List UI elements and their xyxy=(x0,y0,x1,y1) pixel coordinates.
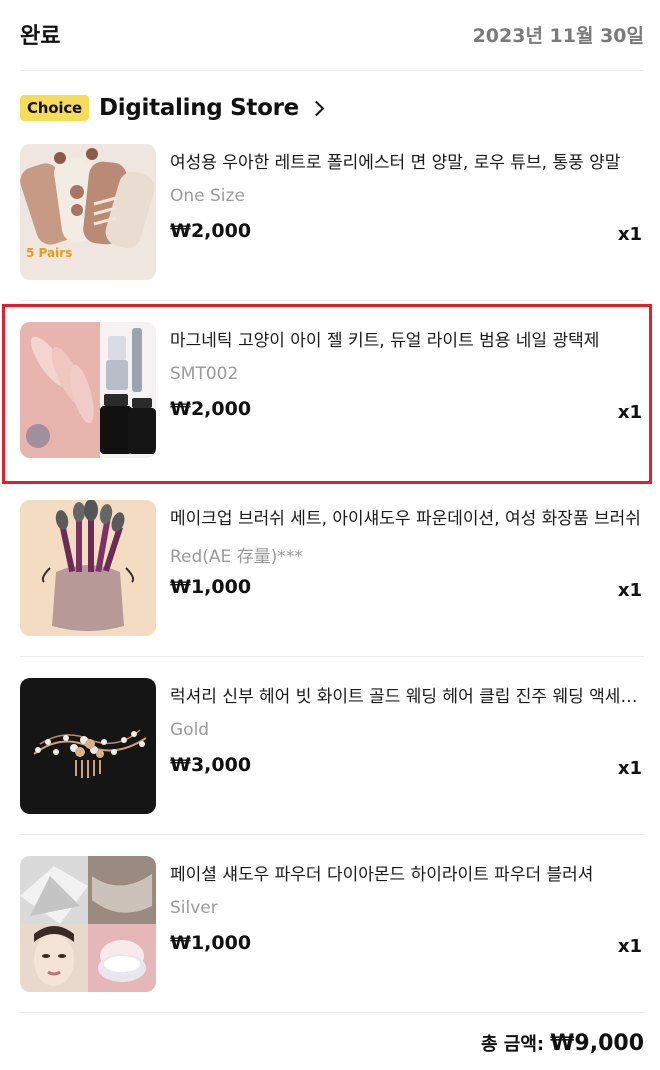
item-quantity: x1 xyxy=(617,936,642,957)
header-divider xyxy=(20,70,644,71)
item-title[interactable]: 메이크업 브러쉬 세트, 아이섀도우 파운데이션, 여성 화장품 브러쉬 xyxy=(170,504,642,529)
total-value: ₩9,000 xyxy=(550,1031,644,1056)
item-quantity: x1 xyxy=(617,224,642,245)
item-price: ₩3,000 xyxy=(170,754,252,776)
item-title[interactable]: 페이셜 섀도우 파우더 다이아몬드 하이라이트 파우더 블러셔 xyxy=(170,860,642,885)
item-variant: Gold xyxy=(170,720,210,740)
thumb-label: 5 Pairs xyxy=(26,246,73,260)
item-quantity: x1 xyxy=(617,580,642,601)
store-link[interactable]: Choice Digitaling Store xyxy=(20,88,325,128)
store-name[interactable]: Digitaling Store xyxy=(99,95,299,121)
highlighter-thumbnail[interactable] xyxy=(20,856,156,992)
list-item[interactable]: 럭셔리 신부 헤어 빗 화이트 골드 웨딩 헤어 클립 진주 웨딩 액세서리 G… xyxy=(20,678,644,816)
item-quantity: x1 xyxy=(617,758,642,779)
item-variant: Silver xyxy=(170,898,218,918)
item-variant: Red(AE 存量)*** xyxy=(170,547,303,567)
order-status: 완료 xyxy=(20,24,61,49)
list-item[interactable]: 메이크업 브러쉬 세트, 아이섀도우 파운데이션, 여성 화장품 브러쉬 Red… xyxy=(20,500,644,638)
item-divider xyxy=(20,656,644,657)
hair-comb-thumbnail[interactable] xyxy=(20,678,156,814)
order-total: 총 금액: ₩9,000 xyxy=(481,1030,644,1056)
list-item[interactable]: 5 Pairs 여성용 우아한 레트로 폴리에스터 면 양말, 로우 튜브, 통… xyxy=(20,144,644,282)
item-price: ₩2,000 xyxy=(170,220,252,242)
item-divider xyxy=(20,300,644,301)
item-title[interactable]: 럭셔리 신부 헤어 빗 화이트 골드 웨딩 헤어 클립 진주 웨딩 액세서리 xyxy=(170,682,642,707)
chevron-right-icon[interactable] xyxy=(308,100,325,116)
order-header: 완료 2023년 11월 30일 xyxy=(20,14,644,54)
total-label: 총 금액: xyxy=(480,1034,545,1055)
selection-highlight xyxy=(2,304,652,484)
item-variant: One Size xyxy=(170,186,245,206)
list-item[interactable]: 페이셜 섀도우 파우더 다이아몬드 하이라이트 파우더 블러셔 Silver ₩… xyxy=(20,856,644,994)
item-price: ₩1,000 xyxy=(170,576,252,598)
order-date: 2023년 11월 30일 xyxy=(472,24,644,47)
item-title[interactable]: 여성용 우아한 레트로 폴리에스터 면 양말, 로우 튜브, 통풍 양말 xyxy=(170,148,642,173)
item-price: ₩1,000 xyxy=(170,932,252,954)
item-divider xyxy=(20,834,644,835)
item-divider xyxy=(20,1012,644,1013)
makeup-brush-thumbnail[interactable] xyxy=(20,500,156,636)
socks-thumbnail[interactable]: 5 Pairs xyxy=(20,144,156,280)
choice-badge: Choice xyxy=(20,95,89,121)
